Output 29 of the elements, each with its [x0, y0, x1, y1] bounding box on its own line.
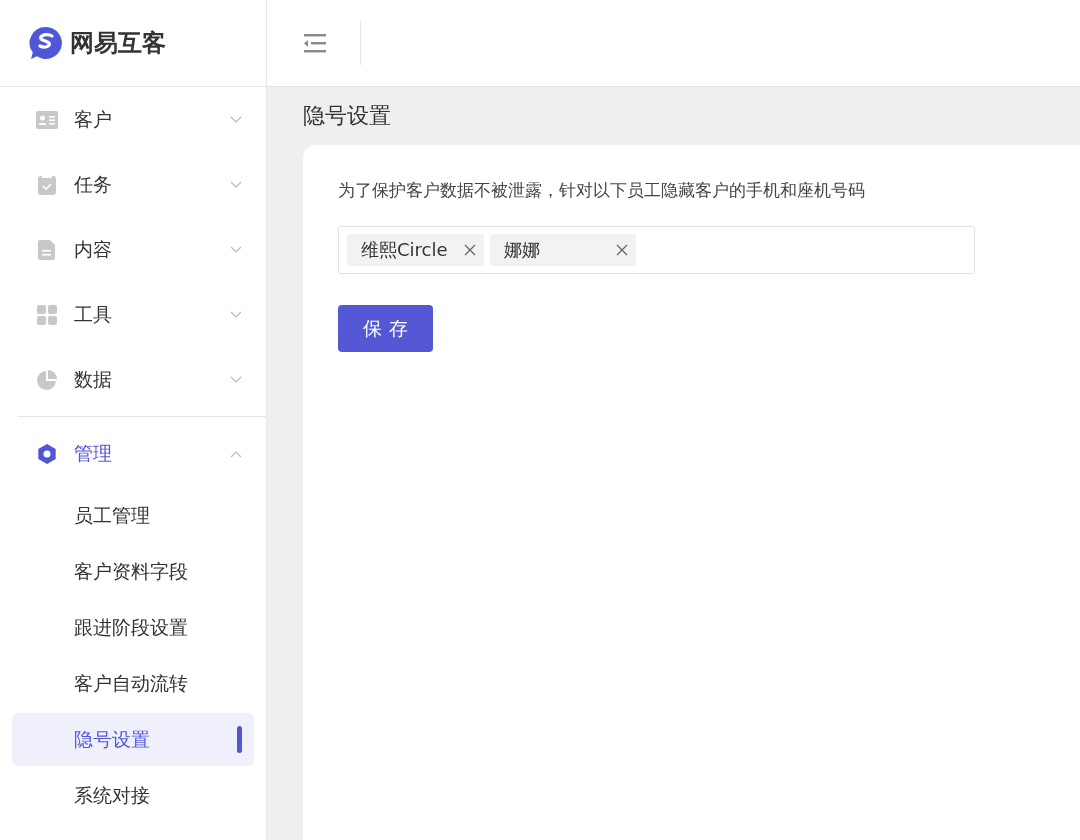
- close-icon[interactable]: [463, 244, 476, 256]
- menu-item[interactable]: 管理: [0, 421, 266, 486]
- menu-item[interactable]: 数据: [0, 347, 266, 412]
- submenu-item[interactable]: 员工管理: [12, 489, 254, 542]
- save-button[interactable]: 保 存: [338, 305, 433, 352]
- pie-chart-icon: [36, 368, 58, 391]
- logo-icon: [28, 25, 64, 61]
- submenu-item[interactable]: 系统对接: [12, 769, 254, 822]
- menu-item[interactable]: 内容: [0, 217, 266, 282]
- menu-item[interactable]: 客户: [0, 87, 266, 152]
- submenu-item[interactable]: 跟进阶段设置: [12, 601, 254, 654]
- grid-icon: [36, 303, 58, 326]
- page-title: 隐号设置: [303, 102, 392, 130]
- contact-card-icon: [36, 109, 58, 130]
- menu-item[interactable]: 工具: [0, 282, 266, 347]
- gear-icon: [36, 442, 58, 465]
- tag-label: 维熙Circle: [361, 238, 448, 262]
- collapse-menu-icon[interactable]: [302, 32, 328, 54]
- document-icon: [36, 238, 58, 261]
- submenu-item[interactable]: 客户自动流转: [12, 657, 254, 710]
- submenu-item[interactable]: 隐号设置: [12, 713, 254, 766]
- tag-label: 娜娜: [503, 238, 541, 262]
- brand-name: 网易互客: [70, 28, 166, 59]
- menu-item[interactable]: 任务: [0, 152, 266, 217]
- staff-select-field[interactable]: 维熙Circle 娜娜: [338, 226, 975, 274]
- description-text: 为了保护客户数据不被泄露，针对以下员工隐藏客户的手机和座机号码: [338, 179, 866, 202]
- submenu-item[interactable]: 客户资料字段: [12, 545, 254, 598]
- close-icon[interactable]: [615, 244, 628, 256]
- clipboard-check-icon: [36, 173, 58, 196]
